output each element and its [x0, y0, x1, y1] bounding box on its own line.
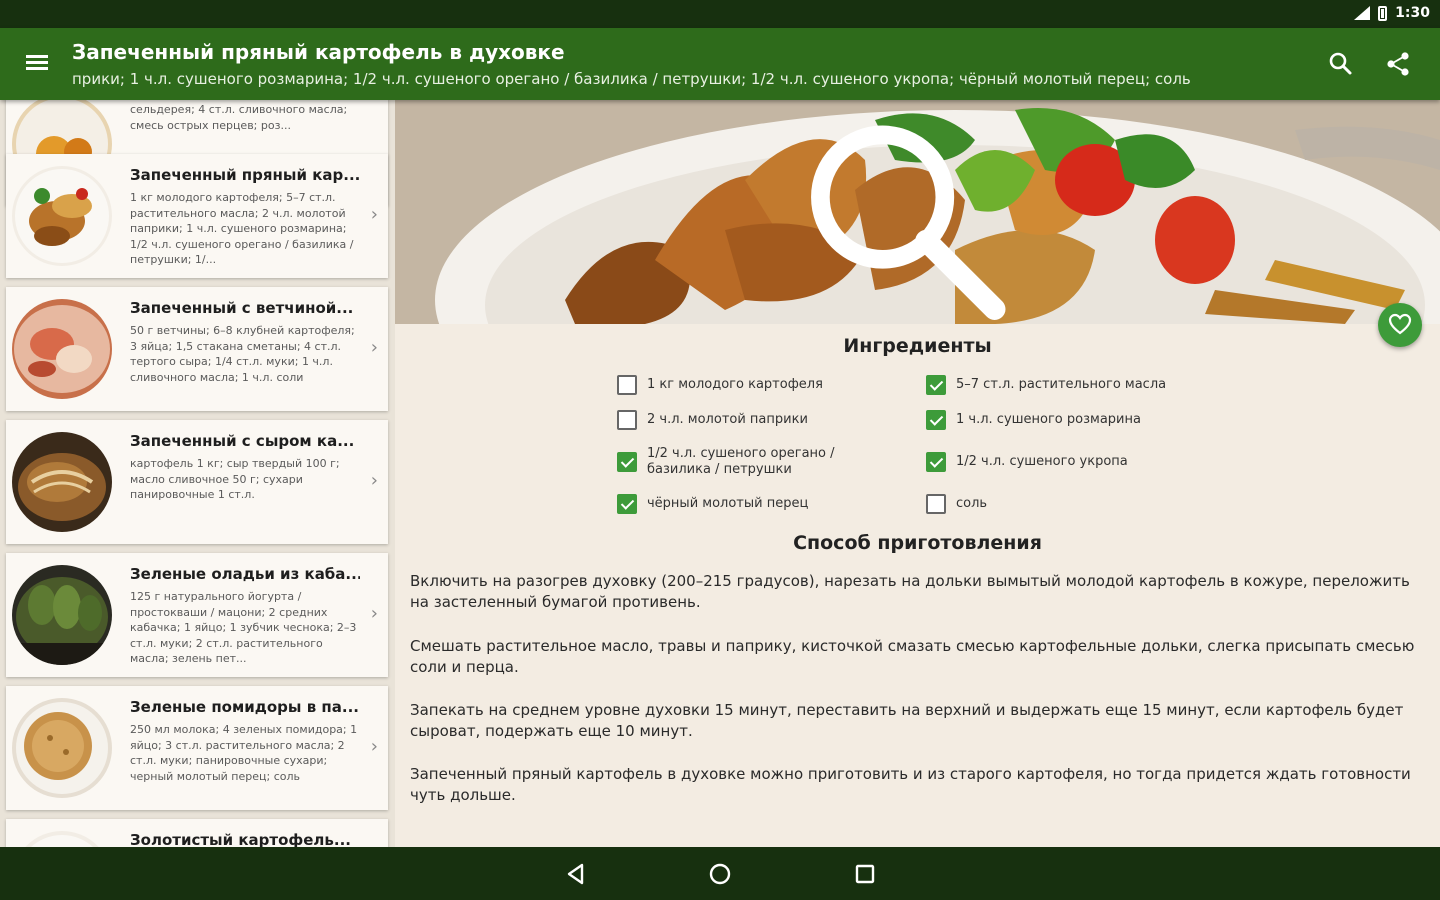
signal-icon	[1354, 6, 1371, 20]
ingredient-item[interactable]: 2 ч.л. молотой паприки	[617, 410, 877, 430]
recipe-description: 1 кг молодого картофеля; 5–7 ст.л. расти…	[130, 191, 354, 266]
recipe-description: 50 г ветчины; 6–8 клубней картофеля; 3 я…	[130, 324, 355, 384]
status-indicators: 1:30	[1354, 5, 1430, 21]
search-icon[interactable]	[1327, 50, 1355, 78]
ingredient-item[interactable]: 1 кг молодого картофеля	[617, 375, 877, 395]
chevron-right-icon: ›	[370, 736, 378, 757]
recipe-description: 125 г натурального йогурта / простокваши…	[130, 590, 357, 665]
share-icon[interactable]	[1384, 50, 1412, 78]
recents-icon[interactable]	[851, 860, 879, 888]
method-step: Смешать растительное масло, травы и папр…	[410, 637, 1415, 676]
ingredient-label: чёрный молотый перец	[647, 496, 809, 511]
battery-icon	[1378, 5, 1388, 21]
recipe-card[interactable]: Запеченный с сыром ка... картофель 1 кг;…	[6, 420, 388, 544]
ingredient-label: 1 ч.л. сушеного розмарина	[956, 412, 1141, 427]
method-step: Запекать на среднем уровне духовки 15 ми…	[410, 701, 1404, 740]
ingredient-label: 1 кг молодого картофеля	[647, 377, 823, 392]
status-bar: 1:30	[0, 0, 1440, 28]
chevron-right-icon: ›	[370, 603, 378, 624]
recipe-thumbnail	[12, 432, 112, 532]
recipe-card[interactable]: Зеленые помидоры в па... 250 мл молока; …	[6, 686, 388, 810]
ingredient-checkbox[interactable]	[617, 452, 637, 472]
ingredient-label: 2 ч.л. молотой паприки	[647, 412, 808, 427]
chevron-right-icon: ›	[370, 470, 378, 491]
method-title: Способ приготовления	[793, 532, 1042, 554]
recipe-card[interactable]: Зеленые оладьи из каба... 125 г натураль…	[6, 553, 388, 677]
favorite-button[interactable]	[1378, 303, 1422, 347]
recipe-card[interactable]: Золотистый картофель...	[6, 819, 388, 847]
ingredient-item[interactable]: 1 ч.л. сушеного розмарина	[926, 410, 1186, 430]
recipe-hero-image	[395, 100, 1440, 324]
ingredient-checkbox[interactable]	[926, 375, 946, 395]
ingredient-item[interactable]: 1/2 ч.л. сушеного укропа	[926, 452, 1186, 472]
recipe-list: сельдерея; 4 ст.л. сливочного масла; сме…	[0, 100, 395, 847]
method-step: Включить на разогрев духовку (200–215 гр…	[410, 572, 1410, 611]
ingredient-label: 1/2 ч.л. сушеного орегано / базилика / п…	[647, 446, 835, 477]
ingredient-label: 5–7 ст.л. растительного масла	[956, 377, 1167, 392]
recipe-description: картофель 1 кг; сыр твердый 100 г; масло…	[130, 457, 340, 501]
chevron-right-icon: ›	[370, 204, 378, 225]
recipe-description: 250 мл молока; 4 зеленых помидора; 1 яйц…	[130, 723, 358, 783]
app-toolbar: Запеченный пряный картофель в духовке пр…	[0, 28, 1440, 100]
back-icon[interactable]	[562, 860, 590, 888]
ingredient-checkbox[interactable]	[926, 410, 946, 430]
recipe-title: Запеченный с сыром ка...	[130, 432, 355, 450]
ingredient-checkbox[interactable]	[617, 494, 637, 514]
ingredient-checkbox[interactable]	[617, 410, 637, 430]
ingredient-checkbox[interactable]	[926, 452, 946, 472]
recipe-description: сельдерея; 4 ст.л. сливочного масла; сме…	[130, 103, 348, 132]
recipe-thumbnail	[12, 565, 112, 665]
ingredient-item[interactable]: 1/2 ч.л. сушеного орегано / базилика / п…	[617, 444, 867, 478]
page-title: Запеченный пряный картофель в духовке	[72, 40, 565, 64]
zoom-icon[interactable]	[395, 110, 1430, 324]
navigation-bar	[0, 847, 1440, 900]
recipe-title: Зеленые оладьи из каба...	[130, 565, 360, 583]
ingredients-title: Ингредиенты	[843, 335, 992, 357]
ingredient-label: соль	[956, 496, 988, 511]
menu-icon[interactable]	[26, 52, 54, 76]
status-time: 1:30	[1395, 5, 1430, 21]
ingredient-checkbox[interactable]	[617, 375, 637, 395]
ingredient-item[interactable]: 5–7 ст.л. растительного масла	[926, 375, 1186, 395]
ingredient-checkbox[interactable]	[926, 494, 946, 514]
ingredient-item[interactable]: чёрный молотый перец	[617, 494, 877, 514]
recipe-title: Запеченный с ветчиной...	[130, 299, 354, 317]
ingredient-label: 1/2 ч.л. сушеного укропа	[956, 454, 1128, 469]
recipe-card[interactable]: Запеченный с ветчиной... 50 г ветчины; 6…	[6, 287, 388, 411]
recipe-title: Зеленые помидоры в па...	[130, 698, 359, 716]
method-step: Запеченный пряный картофель в духовке мо…	[410, 765, 1411, 804]
recipe-thumbnail	[12, 166, 112, 266]
chevron-right-icon: ›	[370, 337, 378, 358]
recipe-title: Запеченный пряный кар...	[130, 166, 360, 184]
recipe-thumbnail	[12, 698, 112, 798]
page-subtitle: прики; 1 ч.л. сушеного розмарина; 1/2 ч.…	[72, 70, 1191, 88]
recipe-thumbnail	[12, 831, 112, 847]
home-icon[interactable]	[706, 860, 734, 888]
recipe-thumbnail	[12, 299, 112, 399]
ingredient-item[interactable]: соль	[926, 494, 1186, 514]
recipe-title: Золотистый картофель...	[130, 831, 352, 847]
heart-icon	[1388, 313, 1412, 335]
recipe-card[interactable]: Запеченный пряный кар... 1 кг молодого к…	[6, 154, 388, 278]
